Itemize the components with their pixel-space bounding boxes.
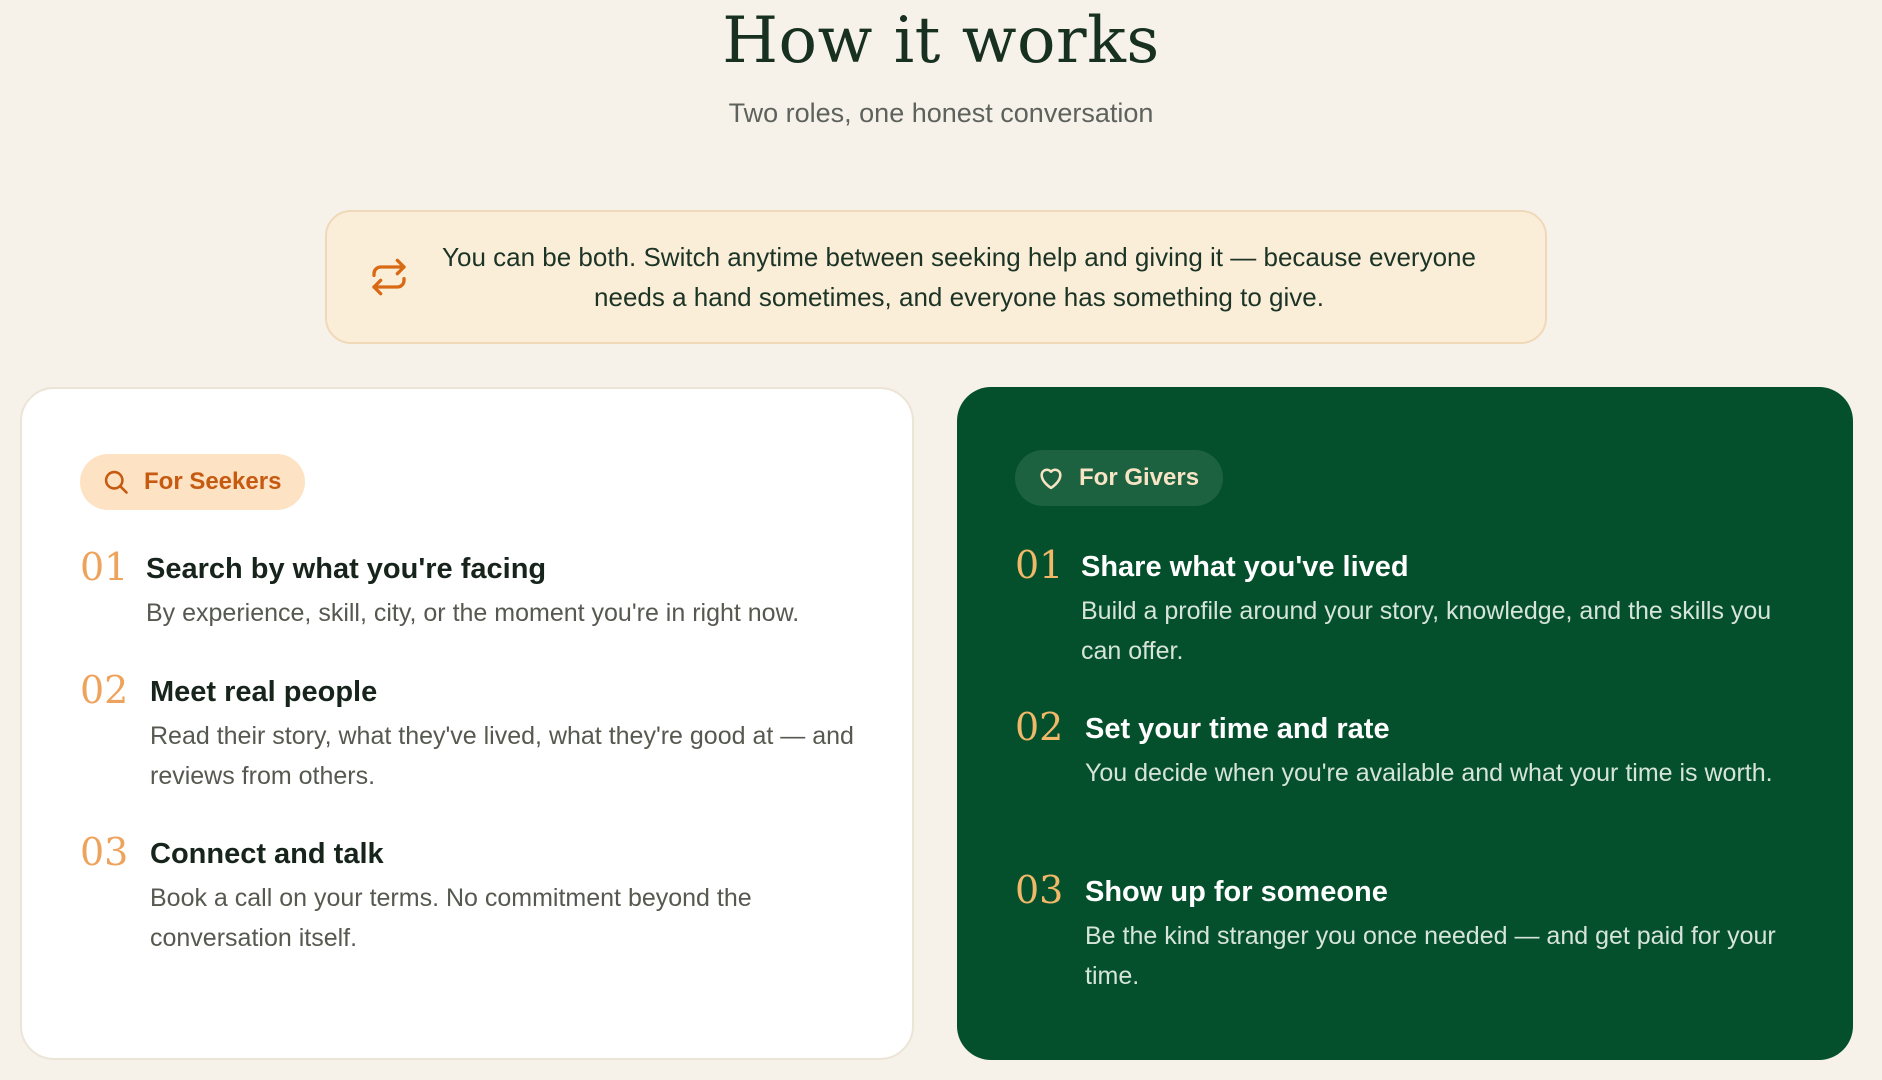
- step-title: Meet real people: [150, 676, 378, 708]
- section-subtitle: Two roles, one honest conversation: [728, 98, 1154, 128]
- givers-badge-label: For Givers: [1079, 464, 1200, 491]
- seekers-step-1: 01 Search by what you're facing By exper…: [80, 545, 862, 633]
- step-description: Book a call on your terms. No commitment…: [150, 884, 752, 952]
- how-it-works-section: How it works Two roles, one honest conve…: [0, 0, 1882, 1080]
- both-roles-note: You can be both. Switch anytime between …: [325, 210, 1547, 344]
- step-number: 02: [1015, 705, 1064, 749]
- givers-step-1: 01 Share what you've lived Build a profi…: [1015, 543, 1803, 671]
- repeat-icon: [369, 257, 409, 297]
- seekers-card: For Seekers 01 Search by what you're fac…: [20, 387, 914, 1060]
- givers-step-2: 02 Set your time and rate You decide whe…: [1015, 705, 1803, 793]
- step-title: Show up for someone: [1085, 876, 1388, 908]
- step-title: Connect and talk: [150, 838, 384, 870]
- seekers-step-3: 03 Connect and talk Book a call on your …: [80, 830, 862, 958]
- step-number: 03: [80, 830, 129, 874]
- givers-card: For Givers 01 Share what you've lived Bu…: [957, 387, 1853, 1060]
- step-number: 01: [80, 545, 129, 589]
- givers-badge: For Givers: [1015, 450, 1224, 506]
- section-title: How it works: [722, 4, 1160, 78]
- step-description: You decide when you're available and wha…: [1085, 759, 1773, 787]
- step-title: Search by what you're facing: [146, 553, 547, 585]
- seekers-badge: For Seekers: [80, 454, 306, 510]
- step-number: 01: [1015, 543, 1064, 587]
- step-description: Build a profile around your story, knowl…: [1081, 597, 1772, 665]
- step-description: Be the kind stranger you once needed — a…: [1085, 922, 1776, 990]
- heart-icon: [1040, 468, 1062, 490]
- givers-step-3: 03 Show up for someone Be the kind stran…: [1015, 868, 1803, 996]
- step-description: By experience, skill, city, or the momen…: [146, 599, 800, 627]
- step-number: 03: [1015, 868, 1064, 912]
- seekers-step-2: 02 Meet real people Read their story, wh…: [80, 668, 862, 796]
- step-title: Set your time and rate: [1085, 713, 1390, 745]
- step-number: 02: [80, 668, 129, 712]
- seekers-badge-label: For Seekers: [144, 468, 282, 495]
- note-text: You can be both. Switch anytime between …: [442, 242, 1476, 312]
- step-title: Share what you've lived: [1081, 551, 1409, 583]
- search-icon: [104, 470, 128, 494]
- step-description: Read their story, what they've lived, wh…: [150, 722, 854, 790]
